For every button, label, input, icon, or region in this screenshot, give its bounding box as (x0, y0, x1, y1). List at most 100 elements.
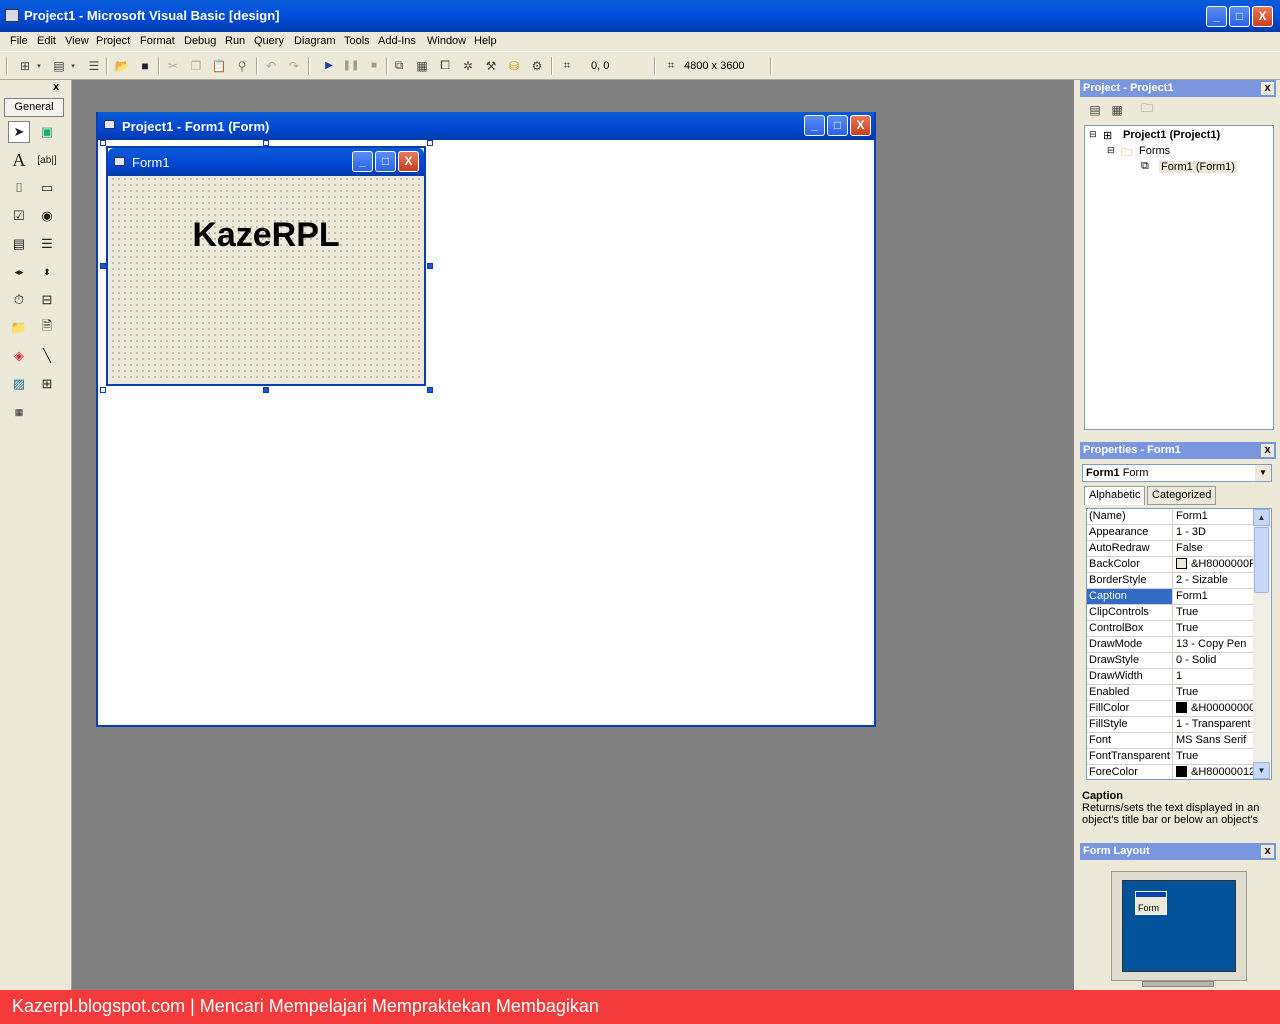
menu-query[interactable]: Query (254, 35, 284, 47)
form-designer-window[interactable]: Project1 - Form1 (Form) _ □ X Form1 _ □ … (96, 112, 876, 727)
picturebox-icon[interactable]: ▣ (36, 121, 58, 143)
property-value[interactable]: Form1 (1174, 589, 1254, 604)
property-row[interactable]: AutoRedraw False (1087, 541, 1253, 557)
line-icon[interactable]: ╲ (36, 345, 58, 367)
property-value[interactable]: 13 - Copy Pen (1174, 637, 1254, 652)
data-view-icon[interactable]: ⛁ (505, 57, 523, 74)
tab-categorized[interactable]: Categorized (1147, 486, 1217, 505)
checkbox-icon[interactable]: ☑ (8, 205, 30, 227)
property-row[interactable]: Caption Form1 (1087, 589, 1253, 605)
property-row[interactable]: (Name) Form1 (1087, 509, 1253, 525)
menu-tools[interactable]: Tools (344, 35, 370, 47)
property-value[interactable]: 2 - Sizable (1174, 573, 1254, 588)
property-value[interactable]: &H8000000F (1174, 557, 1254, 572)
toolbox-close-button[interactable]: x (50, 82, 62, 94)
property-row[interactable]: BorderStyle 2 - Sizable (1087, 573, 1253, 589)
menu-edit[interactable]: Edit (37, 35, 56, 47)
property-row[interactable]: ControlBox True (1087, 621, 1253, 637)
design-form-title-bar[interactable]: Form1 _ □ X (108, 148, 424, 176)
save-icon[interactable]: ■ (136, 57, 154, 74)
menu-file[interactable]: File (10, 35, 28, 47)
hscrollbar-icon[interactable]: ◂▸ (8, 261, 30, 283)
property-row[interactable]: BackColor &H8000000F (1087, 557, 1254, 573)
mini-form[interactable]: Form (1135, 891, 1167, 915)
property-value[interactable]: 0 - Solid (1174, 653, 1254, 668)
menu-help[interactable]: Help (474, 35, 497, 47)
main-title-bar[interactable]: Project1 - Microsoft Visual Basic [desig… (0, 0, 1280, 32)
toggle-folders-icon[interactable]: 🗀 (1138, 101, 1156, 118)
add-project-dropdown-icon[interactable]: ▾ (34, 57, 44, 74)
tree-forms-collapse-icon[interactable]: ⊟ (1107, 145, 1115, 156)
break-icon[interactable]: ❚❚ (342, 57, 360, 74)
menu-debug[interactable]: Debug (184, 35, 216, 47)
menu-editor-icon[interactable]: ☰ (85, 57, 103, 74)
tree-form1-item[interactable]: Form1 (Form1) (1159, 161, 1237, 173)
property-row[interactable]: FillColor &H00000000 (1087, 701, 1254, 717)
property-row[interactable]: DrawMode 13 - Copy Pen (1087, 637, 1253, 653)
toolbox-icon[interactable]: ⚒ (482, 57, 500, 74)
property-row[interactable]: ClipControls True (1087, 605, 1253, 621)
open-icon[interactable]: 📂 (113, 57, 131, 74)
property-row[interactable]: DrawWidth 1 (1087, 669, 1253, 685)
filelistbox-icon[interactable]: 🗎 (36, 317, 58, 339)
redo-icon[interactable]: ↷ (285, 57, 303, 74)
menu-diagram[interactable]: Diagram (294, 35, 336, 47)
resize-handle-se[interactable] (427, 387, 433, 393)
view-object-icon[interactable]: ▦ (1108, 101, 1126, 118)
designer-maximize-button[interactable]: □ (827, 115, 848, 136)
resize-handle-s[interactable] (263, 387, 269, 393)
cut-icon[interactable]: ✂ (164, 57, 182, 74)
property-row[interactable]: FillStyle 1 - Transparent (1087, 717, 1253, 733)
find-icon[interactable]: ⚲ (233, 57, 251, 74)
project-explorer-icon[interactable]: ⧉ (390, 57, 408, 74)
tree-collapse-icon[interactable]: ⊟ (1089, 129, 1097, 140)
object-browser-icon[interactable]: ✲ (459, 57, 477, 74)
property-value[interactable]: 1 - 3D (1174, 525, 1254, 540)
component-manager-icon[interactable]: ⚙ (528, 57, 546, 74)
label-icon[interactable]: A (8, 149, 30, 171)
shape-icon[interactable]: ◈ (8, 345, 30, 367)
property-value[interactable]: 1 - Transparent (1174, 717, 1254, 732)
drivelistbox-icon[interactable]: ⊟ (36, 289, 58, 311)
main-close-button[interactable]: X (1252, 6, 1273, 27)
view-code-icon[interactable]: ▤ (1086, 101, 1104, 118)
property-row[interactable]: Appearance 1 - 3D (1087, 525, 1253, 541)
tree-forms-folder[interactable]: Forms (1139, 145, 1170, 157)
designer-minimize-button[interactable]: _ (804, 115, 825, 136)
scroll-thumb[interactable] (1254, 527, 1269, 593)
property-value[interactable]: False (1174, 541, 1254, 556)
menu-view[interactable]: View (65, 35, 89, 47)
textbox-icon[interactable]: [ab|] (36, 149, 58, 171)
timer-icon[interactable]: ⏱ (8, 289, 30, 311)
form1-close-button[interactable]: X (398, 151, 419, 172)
scroll-up-icon[interactable]: ▲ (1253, 509, 1270, 526)
property-value[interactable]: 1 (1174, 669, 1254, 684)
listbox-icon[interactable]: ☰ (36, 233, 58, 255)
property-value[interactable]: Form1 (1174, 509, 1254, 524)
form1-minimize-button[interactable]: _ (352, 151, 373, 172)
chevron-down-icon[interactable]: ▼ (1255, 465, 1271, 481)
property-row[interactable]: DrawStyle 0 - Solid (1087, 653, 1253, 669)
property-row[interactable]: Enabled True (1087, 685, 1253, 701)
menu-run[interactable]: Run (225, 35, 245, 47)
designer-close-button[interactable]: X (850, 115, 871, 136)
tab-alphabetic[interactable]: Alphabetic (1084, 486, 1146, 505)
data-icon[interactable]: ⊞ (36, 373, 58, 395)
properties-panel-close-button[interactable]: x (1261, 444, 1274, 457)
property-value[interactable]: &H00000000 (1174, 701, 1254, 716)
properties-icon[interactable]: ▦ (413, 57, 431, 74)
main-minimize-button[interactable]: _ (1206, 6, 1227, 27)
copy-icon[interactable]: ❐ (187, 57, 205, 74)
form-layout-icon[interactable]: ⧠ (436, 57, 454, 74)
project-panel-close-button[interactable]: x (1261, 82, 1274, 95)
dirlistbox-icon[interactable]: 📁 (8, 317, 30, 339)
property-value[interactable]: True (1174, 605, 1254, 620)
resize-handle-e[interactable] (427, 263, 433, 269)
property-value[interactable]: True (1174, 621, 1254, 636)
tree-project-root[interactable]: Project1 (Project1) (1123, 129, 1220, 141)
add-project-icon[interactable]: ⊞ (16, 57, 34, 74)
undo-icon[interactable]: ↶ (262, 57, 280, 74)
property-scrollbar[interactable]: ▲ ▼ (1253, 509, 1270, 779)
add-form-icon[interactable]: ▤ (50, 57, 68, 74)
toolbox-tab-general[interactable]: General (4, 98, 64, 117)
